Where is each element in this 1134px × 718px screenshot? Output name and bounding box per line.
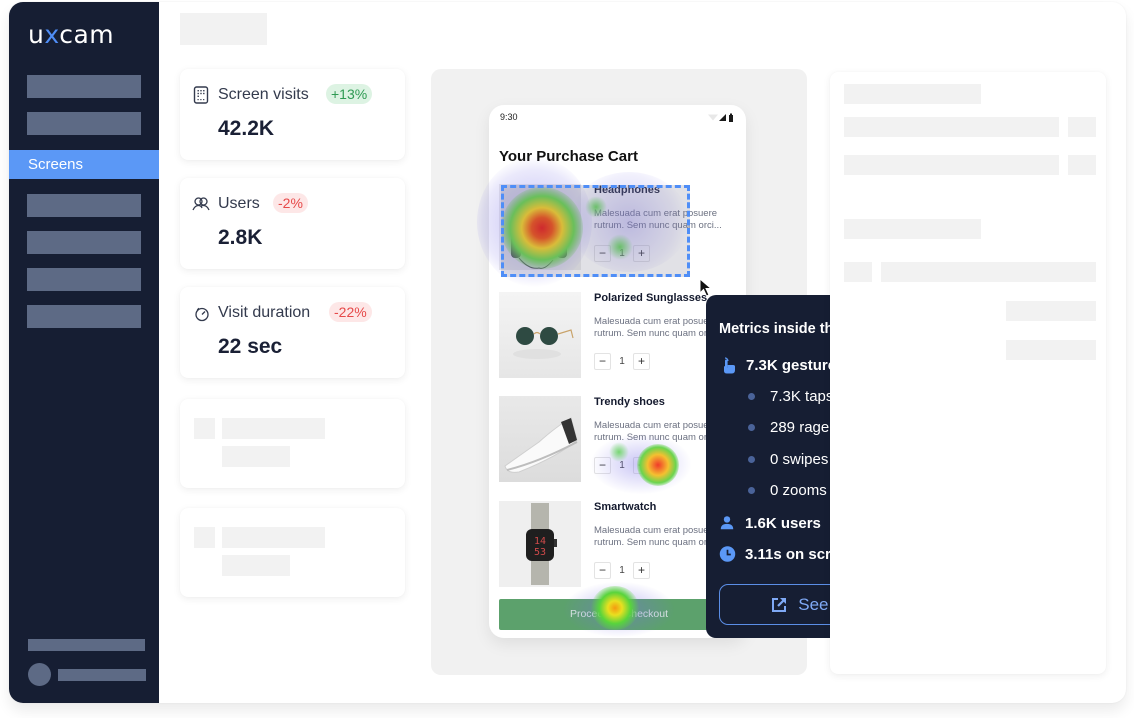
bullet-icon	[748, 487, 755, 494]
placeholder-card	[180, 508, 405, 597]
status-time: 9:30	[500, 112, 518, 122]
sunglasses-image	[499, 292, 581, 378]
metric-value: 22 sec	[218, 335, 283, 358]
placeholder-line	[844, 262, 872, 282]
decrease-button[interactable]: −	[594, 562, 611, 579]
placeholder-line	[881, 262, 1096, 282]
placeholder-line	[1068, 117, 1096, 137]
cart-item-smartwatch[interactable]: 14 53 Smartwatch Malesuada cum erat posu…	[499, 501, 739, 587]
placeholder-line	[844, 84, 981, 104]
users-row: 1.6K users	[719, 514, 821, 532]
tap-gesture-icon	[724, 357, 735, 374]
placeholder-card	[180, 399, 405, 488]
increase-button[interactable]: +	[633, 457, 650, 474]
svg-text:53: 53	[534, 547, 546, 558]
users-count: 1.6K users	[745, 514, 821, 532]
external-link-icon	[772, 597, 787, 612]
sidebar: uxcam Screens	[9, 2, 159, 703]
metric-label: Visit duration	[218, 304, 311, 321]
gestures-row: 7.3K gestures	[719, 356, 844, 374]
placeholder-line	[222, 555, 290, 576]
placeholder-line	[222, 418, 325, 439]
decrease-button[interactable]: −	[594, 353, 611, 370]
logo-text-x: x	[44, 20, 60, 49]
placeholder-icon	[194, 418, 215, 439]
increase-button[interactable]: +	[633, 562, 650, 579]
bullet-icon	[748, 456, 755, 463]
selected-area-box[interactable]	[501, 185, 690, 277]
uxcam-logo[interactable]: uxcam	[28, 20, 114, 50]
metric-value: 2.8K	[218, 226, 263, 249]
increase-button[interactable]: +	[633, 353, 650, 370]
details-panel	[830, 72, 1106, 674]
shoe-image	[499, 396, 581, 482]
bullet-icon	[748, 424, 755, 431]
metric-card-users[interactable]: Users -2% 2.8K	[180, 178, 405, 269]
sidebar-item-placeholder[interactable]	[27, 305, 141, 328]
logo-text-u: u	[28, 20, 45, 49]
timer-icon	[195, 307, 209, 322]
placeholder-line	[844, 155, 1059, 175]
user-avatar[interactable]	[28, 663, 51, 686]
clock-icon	[719, 546, 736, 562]
checkout-button[interactable]: Proceed to Checkout	[499, 599, 739, 630]
metric-label: Screen visits	[218, 86, 309, 103]
cart-item-sunglasses[interactable]: Polarized Sunglasses Malesuada cum erat …	[499, 292, 739, 378]
placeholder-icon	[194, 527, 215, 548]
sidebar-item-placeholder[interactable]	[27, 112, 141, 135]
smartwatch-image: 14 53	[499, 501, 581, 587]
sidebar-item-screens[interactable]: Screens	[9, 150, 159, 179]
sidebar-item-placeholder[interactable]	[27, 231, 141, 254]
metric-change-badge: +13%	[326, 84, 373, 104]
bullet-icon	[748, 393, 755, 400]
metric-label: Users	[218, 195, 260, 212]
sidebar-footer-placeholder[interactable]	[28, 639, 145, 651]
cart-title: Your Purchase Cart	[499, 148, 638, 165]
placeholder-line	[844, 219, 981, 239]
quantity-stepper: − 1 +	[594, 562, 650, 579]
users-icon	[192, 197, 210, 211]
placeholder-line	[1068, 155, 1096, 175]
placeholder-line	[222, 446, 290, 467]
screen-grid-icon	[193, 86, 209, 104]
product-name: Trendy shoes	[594, 396, 665, 408]
product-name: Smartwatch	[594, 501, 657, 513]
sidebar-item-placeholder[interactable]	[27, 194, 141, 217]
status-icons	[708, 113, 733, 122]
page-title-placeholder	[180, 13, 267, 45]
sidebar-item-placeholder[interactable]	[27, 75, 141, 98]
metric-card-screen-visits[interactable]: Screen visits +13% 42.2K	[180, 69, 405, 160]
metric-card-visit-duration[interactable]: Visit duration -22% 22 sec	[180, 287, 405, 378]
user-icon	[720, 516, 734, 530]
quantity-value: 1	[619, 460, 625, 471]
logo-text-cam: cam	[59, 20, 115, 49]
svg-text:14: 14	[534, 536, 546, 547]
quantity-stepper: − 1 +	[594, 457, 650, 474]
wifi-icon	[708, 114, 718, 121]
placeholder-line	[222, 527, 325, 548]
metric-change-badge: -2%	[273, 193, 308, 213]
quantity-value: 1	[619, 565, 625, 576]
metric-value: 42.2K	[218, 117, 275, 140]
placeholder-line	[844, 117, 1059, 137]
placeholder-line	[1006, 301, 1096, 321]
placeholder-line	[1006, 340, 1096, 360]
decrease-button[interactable]: −	[594, 457, 611, 474]
app-window: uxcam Screens Screen visits +13% 42.2K U…	[9, 2, 1126, 703]
user-name-placeholder	[58, 669, 146, 681]
battery-icon	[729, 115, 733, 122]
sidebar-item-placeholder[interactable]	[27, 268, 141, 291]
quantity-stepper: − 1 +	[594, 353, 650, 370]
metric-change-badge: -22%	[329, 302, 372, 322]
quantity-value: 1	[619, 356, 625, 367]
signal-icon	[719, 114, 726, 121]
cart-item-shoes[interactable]: Trendy shoes Malesuada cum erat posuere …	[499, 396, 739, 482]
product-name: Polarized Sunglasses	[594, 292, 708, 304]
